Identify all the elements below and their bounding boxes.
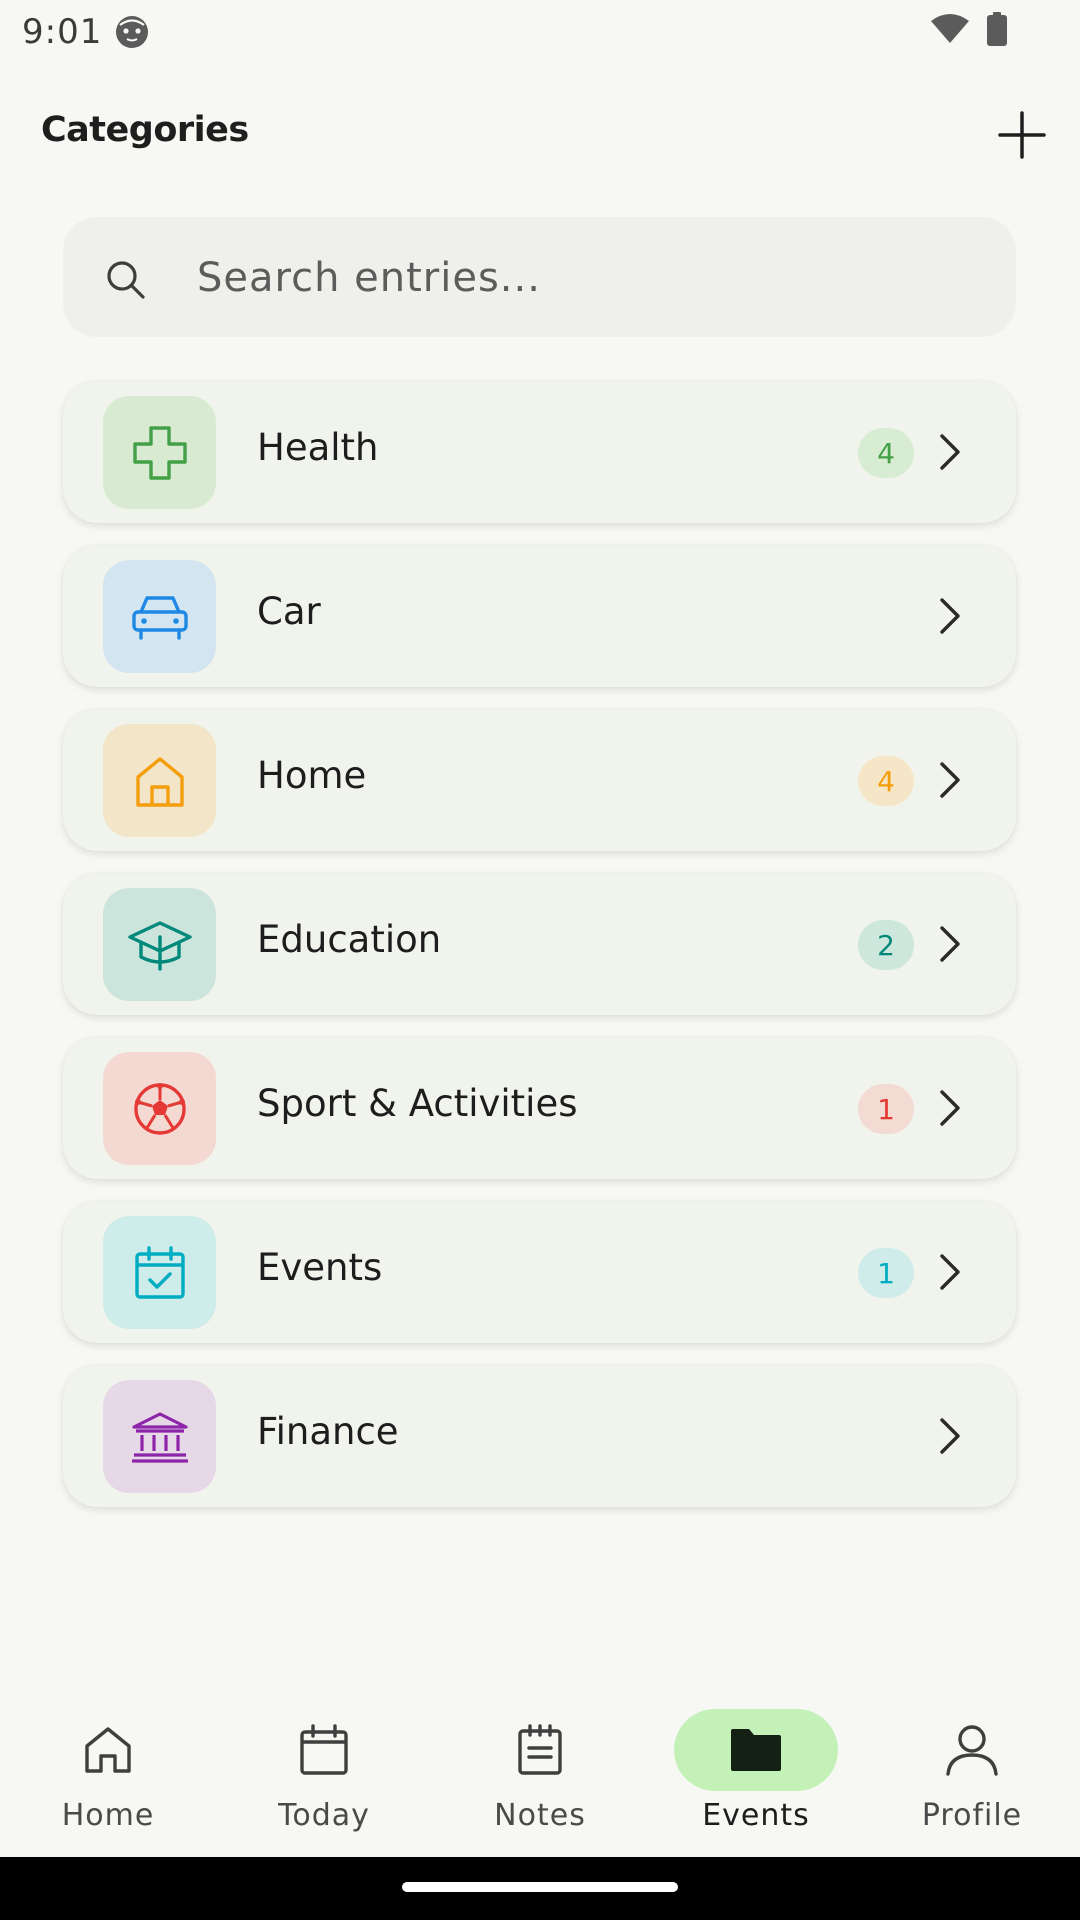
category-label: Events (257, 1246, 383, 1289)
graduation-cap-icon (127, 920, 192, 971)
battery-icon (986, 12, 1008, 50)
search-icon (107, 261, 145, 299)
category-icon-box (103, 724, 216, 837)
nav-item-profile[interactable]: Profile (864, 1680, 1080, 1857)
nav-pill (26, 1709, 190, 1791)
home-icon (85, 1727, 131, 1773)
notes-icon (518, 1724, 562, 1775)
health-cross-icon (132, 425, 187, 480)
system-navigation-bar (0, 1857, 1080, 1920)
nav-label: Profile (921, 1798, 1023, 1833)
count-badge: 2 (858, 920, 914, 970)
calendar-icon (300, 1724, 348, 1775)
nav-label: Home (61, 1798, 155, 1833)
nav-pill-active (674, 1709, 838, 1791)
wifi-icon (930, 13, 970, 49)
house-icon (135, 756, 184, 807)
category-card-home[interactable]: Home 4 (63, 709, 1016, 851)
category-icon-box (103, 1052, 216, 1165)
category-card-events[interactable]: Events 1 (63, 1201, 1016, 1343)
nav-label: Today (278, 1798, 370, 1833)
plus-icon (998, 111, 1046, 159)
chevron-right-icon (940, 1418, 960, 1454)
category-label: Health (257, 426, 379, 469)
category-label: Sport & Activities (257, 1082, 578, 1125)
category-card-education[interactable]: Education 2 (63, 873, 1016, 1015)
home-indicator[interactable] (402, 1882, 678, 1892)
nav-pill (458, 1709, 622, 1791)
chevron-right-icon (940, 1090, 960, 1126)
nav-item-home[interactable]: Home (0, 1680, 216, 1857)
chevron-right-icon (940, 762, 960, 798)
chevron-right-icon (940, 598, 960, 634)
category-card-sport[interactable]: Sport & Activities 1 (63, 1037, 1016, 1179)
nav-item-today[interactable]: Today (216, 1680, 432, 1857)
category-label: Finance (257, 1410, 399, 1453)
category-icon-box (103, 1216, 216, 1329)
category-icon-box (103, 396, 216, 509)
category-label: Car (257, 590, 321, 633)
page-title: Categories (41, 110, 249, 150)
nav-item-events[interactable]: Events (648, 1680, 864, 1857)
chevron-right-icon (940, 926, 960, 962)
person-icon (946, 1725, 998, 1776)
count-badge: 1 (858, 1084, 914, 1134)
category-label: Home (257, 754, 367, 797)
nav-label: Notes (494, 1798, 586, 1833)
soccer-ball-icon (133, 1082, 186, 1135)
chevron-right-icon (940, 1254, 960, 1290)
search-input[interactable] (195, 247, 979, 309)
calendar-check-icon (134, 1245, 185, 1299)
status-time: 9:01 (22, 12, 103, 52)
nav-pill (242, 1709, 406, 1791)
folder-icon (731, 1729, 781, 1771)
bottom-navigation: Home Today Notes Events Profile (0, 1680, 1080, 1857)
count-badge: 4 (858, 428, 914, 478)
count-badge: 1 (858, 1248, 914, 1298)
category-card-health[interactable]: Health 4 (63, 381, 1016, 523)
add-category-button[interactable] (994, 107, 1050, 163)
category-icon-box (103, 888, 216, 1001)
chevron-right-icon (940, 434, 960, 470)
search-bar[interactable] (63, 217, 1016, 337)
category-icon-box (103, 1380, 216, 1493)
nav-item-notes[interactable]: Notes (432, 1680, 648, 1857)
category-card-car[interactable]: Car (63, 545, 1016, 687)
status-bar: 9:01 (0, 0, 1080, 64)
category-list: Health 4 Car Home 4 Education 2 Sport & … (63, 381, 1016, 1529)
bank-icon (131, 1411, 188, 1463)
car-icon (131, 595, 188, 640)
nav-pill (890, 1709, 1054, 1791)
count-badge: 4 (858, 756, 914, 806)
category-card-finance[interactable]: Finance (63, 1365, 1016, 1507)
nav-label: Events (702, 1798, 810, 1833)
category-label: Education (257, 918, 442, 961)
notification-face-icon (114, 14, 150, 50)
screen: 9:01 Categories Search entries... Health… (0, 0, 1080, 1920)
category-icon-box (103, 560, 216, 673)
